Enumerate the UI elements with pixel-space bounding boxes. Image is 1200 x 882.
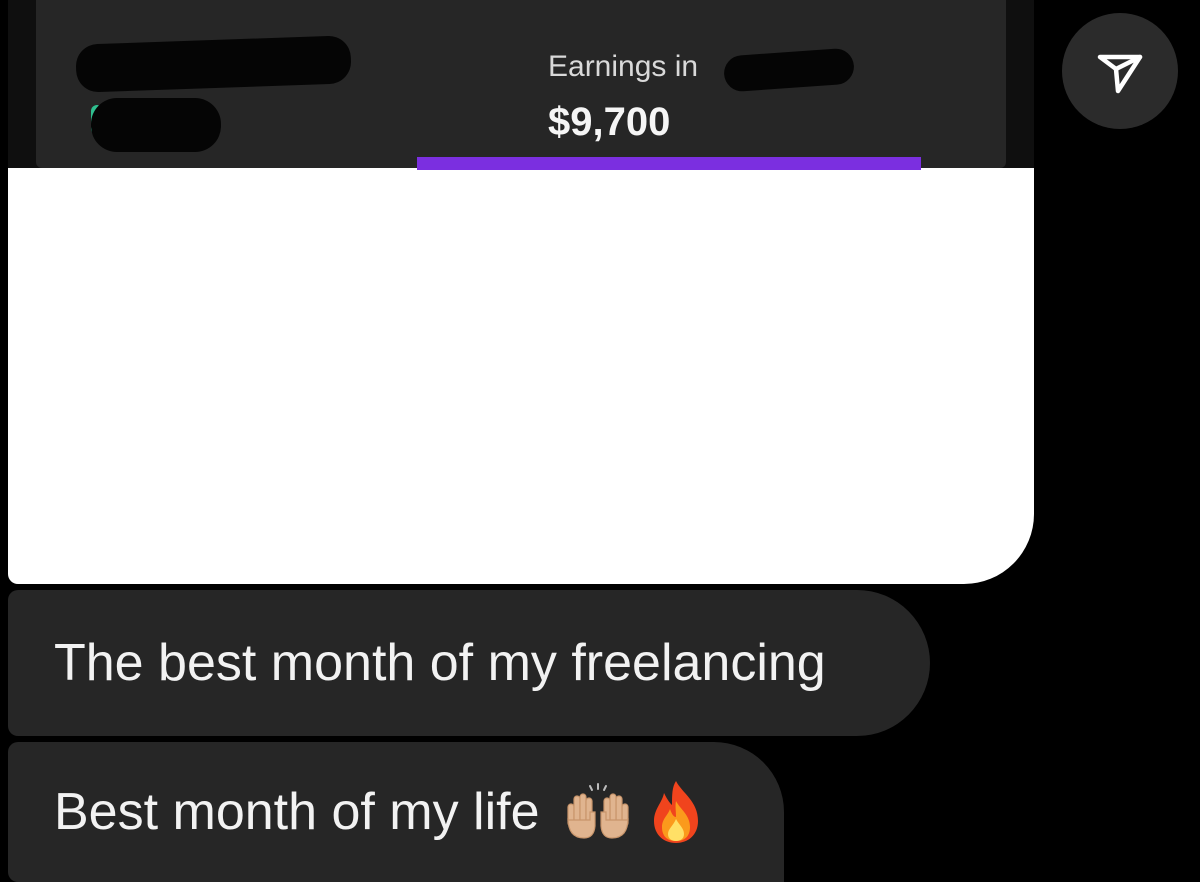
shared-earnings-screenshot[interactable]: Earnings in $9,700 <box>8 0 1034 584</box>
send-icon <box>1097 54 1143 94</box>
active-tab-indicator <box>417 157 921 170</box>
share-button[interactable] <box>1062 13 1178 129</box>
earnings-label: Earnings in <box>548 50 699 83</box>
message-bubble[interactable]: The best month of my freelancing <box>8 590 930 736</box>
earnings-header-panel: Earnings in $9,700 <box>36 0 1006 170</box>
earnings-amount: $9,700 <box>548 100 671 144</box>
chat-thread: Earnings in $9,700 The best month of my … <box>0 0 1200 882</box>
message-text: Best month of my life <box>54 783 540 841</box>
fire-emoji <box>653 781 698 843</box>
redacted-name <box>75 35 352 93</box>
message-text: The best month of my freelancing <box>54 634 826 692</box>
redacted-month <box>722 47 856 93</box>
emoji-group <box>562 779 704 845</box>
earnings-header: Earnings in $9,700 <box>8 0 1034 170</box>
message-bubble[interactable]: Best month of my life <box>8 742 784 882</box>
raising-hands-emoji <box>566 783 629 839</box>
redacted-value <box>91 98 221 152</box>
